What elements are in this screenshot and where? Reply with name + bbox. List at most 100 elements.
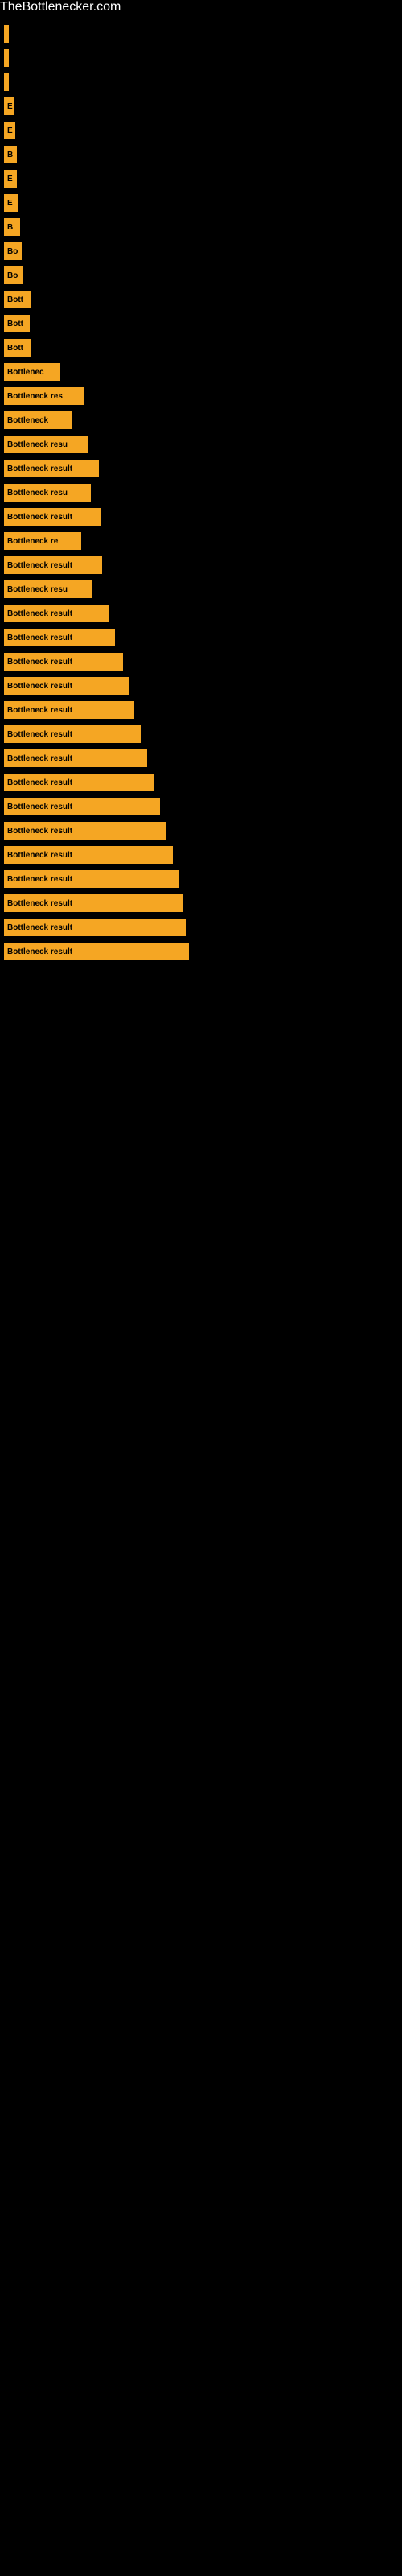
bar-row: E [4,192,402,214]
bar-label: Bottleneck result [7,923,72,932]
bar-row: Bottleneck result [4,650,402,673]
bar-row: Bo [4,240,402,262]
bar-row: Bott [4,336,402,359]
site-title-text: TheBottlenecker.com [0,0,402,14]
bar [4,49,9,67]
bar-label: Bott [7,344,23,353]
bar-label: Bott [7,320,23,328]
bar-row: Bottleneck result [4,723,402,745]
bars-container: EEBEEBBoBoBottBottBottBottlenecBottlenec… [0,14,402,972]
bar-label: E [7,102,13,111]
bar-label: E [7,126,13,135]
bar-label: Bottleneck result [7,851,72,860]
bar-row: Bottlenec [4,361,402,383]
bar-row: E [4,119,402,142]
bar-row: Bottleneck result [4,457,402,480]
bar-label: Bottlenec [7,368,44,377]
bar-row: Bottleneck result [4,868,402,890]
bar-row [4,47,402,69]
bar-label: Bottleneck result [7,730,72,739]
bar: Bottleneck result [4,629,115,646]
bar-label: Bottleneck result [7,513,72,522]
bar: Bottleneck result [4,822,166,840]
bar-row: Bottleneck result [4,940,402,963]
bar: Bottlenec [4,363,60,381]
bar: Bottleneck [4,411,72,429]
bar: Bottleneck result [4,894,183,912]
bar: E [4,122,15,139]
bar-label: Bottleneck result [7,609,72,618]
bar-label: Bottleneck [7,416,48,425]
bar-label: Bott [7,295,23,304]
bar-label: Bottleneck result [7,658,72,667]
bar-row: Bott [4,288,402,311]
bar-row: E [4,95,402,118]
bar-row: Bo [4,264,402,287]
bar-label: Bottleneck resu [7,440,68,449]
bar-row: Bottleneck re [4,530,402,552]
bar: Bottleneck result [4,701,134,719]
bar-row: Bottleneck result [4,506,402,528]
bar-row [4,23,402,45]
bar-label: Bottleneck res [7,392,63,401]
bar: B [4,218,20,236]
bar-row: Bottleneck result [4,699,402,721]
bar [4,25,9,43]
bar: Bottleneck result [4,677,129,695]
bar: E [4,170,17,188]
bar: Bottleneck result [4,870,179,888]
bar: Bottleneck result [4,605,109,622]
bar: Bott [4,315,30,332]
bar: B [4,146,17,163]
bar-label: Bottleneck result [7,875,72,884]
bar: Bottleneck result [4,846,173,864]
bar: Bottleneck result [4,919,186,936]
bar: Bottleneck res [4,387,84,405]
bar-label: Bottleneck result [7,947,72,956]
bar-row: Bottleneck result [4,675,402,697]
bar-row: Bott [4,312,402,335]
bar-row: B [4,216,402,238]
bar: Bottleneck result [4,725,141,743]
bar: Bo [4,242,22,260]
bar: Bott [4,291,31,308]
bar-row: E [4,167,402,190]
bar: Bottleneck result [4,798,160,815]
bar-label: Bottleneck result [7,561,72,570]
bar-row: Bottleneck result [4,771,402,794]
bar-label: Bo [7,271,18,280]
bar: Bottleneck resu [4,580,92,598]
bar-label: Bottleneck result [7,899,72,908]
bar: Bottleneck result [4,460,99,477]
bar-row: Bottleneck result [4,602,402,625]
bar-label: Bottleneck result [7,827,72,836]
bar: Bo [4,266,23,284]
bar-row: Bottleneck result [4,916,402,939]
bar: Bott [4,339,31,357]
bar-row [4,71,402,93]
bar-row: Bottleneck resu [4,481,402,504]
bar-label: Bottleneck result [7,706,72,715]
bar: E [4,97,14,115]
bar-row: Bottleneck resu [4,433,402,456]
bar-row: Bottleneck [4,409,402,431]
bar-label: Bo [7,247,18,256]
bar-label: B [7,223,13,232]
bar: Bottleneck result [4,774,154,791]
bar-label: Bottleneck result [7,682,72,691]
bar: Bottleneck result [4,556,102,574]
bar-label: Bottleneck result [7,634,72,642]
bar-row: Bottleneck res [4,385,402,407]
bar: Bottleneck result [4,508,100,526]
bar-row: Bottleneck result [4,819,402,842]
bar-label: B [7,151,13,159]
bar-row: Bottleneck result [4,747,402,770]
bar-row: Bottleneck result [4,844,402,866]
site-title: TheBottlenecker.com [0,0,121,17]
bar: Bottleneck result [4,943,189,960]
bar-row: Bottleneck resu [4,578,402,601]
bar-row: Bottleneck result [4,795,402,818]
bar: Bottleneck result [4,653,123,671]
bar-label: Bottleneck result [7,778,72,787]
bar: Bottleneck re [4,532,81,550]
